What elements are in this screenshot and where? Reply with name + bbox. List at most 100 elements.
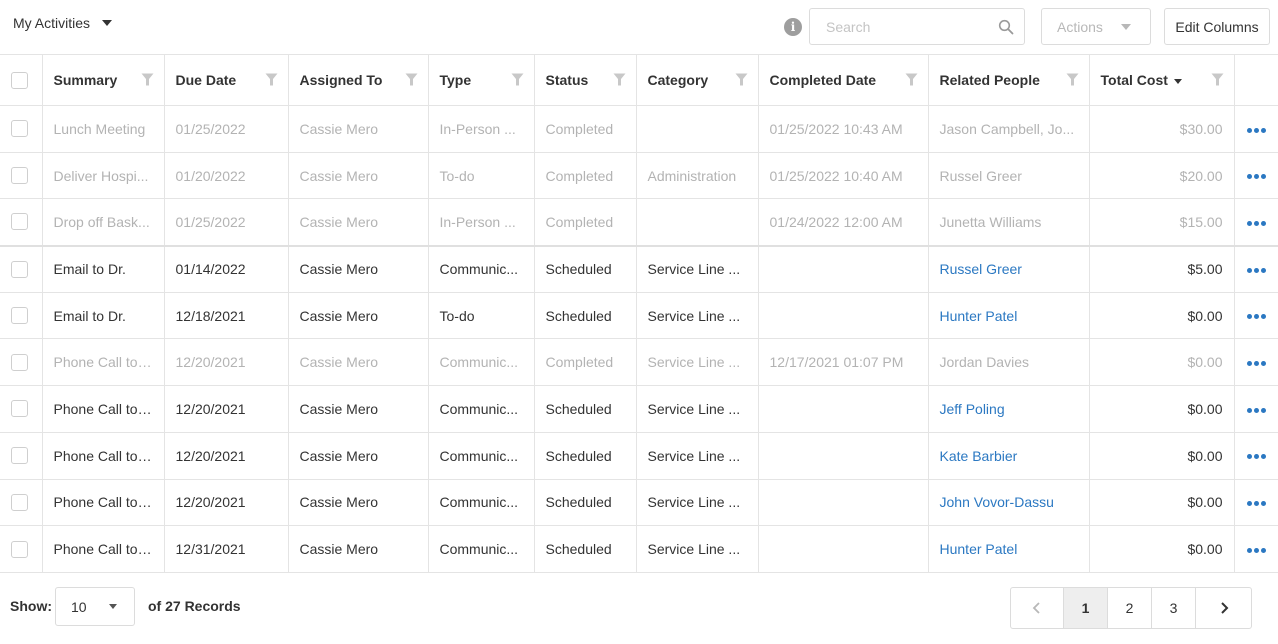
view-select-label: My Activities bbox=[13, 15, 91, 31]
pagination: 1 2 3 bbox=[1010, 587, 1252, 629]
cell-cost: $0.00 bbox=[1089, 479, 1235, 527]
table-row[interactable]: Drop off Bask... 01/25/2022 Cassie Mero In-… bbox=[0, 198, 1278, 247]
toolbar: My Activities i Actions Edit Columns bbox=[0, 0, 1278, 54]
table-row[interactable]: Phone Call to ... 12/20/2021 Cassie Mero Co… bbox=[0, 432, 1278, 480]
cell-status: Completed bbox=[534, 152, 637, 200]
column-header-due-date[interactable]: Due Date bbox=[164, 54, 289, 106]
table-row[interactable]: Deliver Hospi... 01/20/2022 Cassie Mero To-… bbox=[0, 152, 1278, 200]
cell-completed: 01/25/2022 10:43 AM bbox=[758, 105, 929, 153]
row-checkbox[interactable] bbox=[11, 307, 28, 325]
search-input[interactable] bbox=[824, 17, 994, 37]
related-person-link[interactable]: Russel Greer bbox=[940, 168, 1022, 184]
cell-status: Completed bbox=[534, 105, 637, 153]
row-checkbox[interactable] bbox=[11, 260, 28, 278]
related-person-link[interactable]: Jeff Poling bbox=[940, 401, 1005, 417]
cell-assigned: Cassie Mero bbox=[288, 525, 429, 573]
cell-cost: $0.00 bbox=[1089, 525, 1235, 573]
row-checkbox[interactable] bbox=[11, 213, 28, 231]
row-select-cell bbox=[0, 338, 43, 387]
row-checkbox[interactable] bbox=[11, 493, 28, 511]
related-person-link[interactable]: Junetta Williams bbox=[940, 214, 1042, 230]
show-label: Show: bbox=[10, 598, 52, 614]
related-person-link[interactable]: Jason Campbell, Jo... bbox=[940, 121, 1075, 137]
page-button-1[interactable]: 1 bbox=[1064, 588, 1108, 628]
more-options-icon[interactable] bbox=[1246, 454, 1266, 460]
table-row[interactable]: Phone Call to ... 12/31/2021 Cassie Mero Co… bbox=[0, 525, 1278, 573]
filter-icon[interactable] bbox=[141, 73, 154, 86]
row-checkbox[interactable] bbox=[11, 353, 28, 371]
next-page-button[interactable] bbox=[1196, 588, 1251, 628]
filter-icon[interactable] bbox=[735, 73, 748, 86]
select-all-checkbox[interactable] bbox=[11, 71, 28, 89]
column-header-total-cost[interactable]: Total Cost bbox=[1089, 54, 1235, 106]
more-options-icon[interactable] bbox=[1246, 127, 1266, 133]
actions-dropdown-button[interactable]: Actions bbox=[1041, 8, 1151, 45]
filter-icon[interactable] bbox=[265, 73, 278, 86]
table-row[interactable]: Phone Call to ... 12/20/2021 Cassie Mero Co… bbox=[0, 385, 1278, 433]
row-checkbox[interactable] bbox=[11, 447, 28, 465]
row-checkbox[interactable] bbox=[11, 167, 28, 185]
cell-assigned: Cassie Mero bbox=[288, 432, 429, 480]
page-button-3[interactable]: 3 bbox=[1152, 588, 1196, 628]
cell-type: To-do bbox=[428, 152, 535, 200]
cell-due: 01/25/2022 bbox=[164, 198, 289, 247]
edit-columns-button[interactable]: Edit Columns bbox=[1164, 8, 1270, 45]
cell-category: Service Line ... bbox=[636, 479, 759, 527]
page-button-2[interactable]: 2 bbox=[1108, 588, 1152, 628]
filter-icon[interactable] bbox=[511, 73, 524, 86]
row-checkbox[interactable] bbox=[11, 540, 28, 558]
page-size-select[interactable]: 10 bbox=[55, 587, 135, 626]
related-person-link[interactable]: Jordan Davies bbox=[940, 354, 1030, 370]
table-row[interactable]: Lunch Meeting 01/25/2022 Cassie Mero In-Per… bbox=[0, 105, 1278, 153]
cell-assigned: Cassie Mero bbox=[288, 292, 429, 340]
more-options-icon[interactable] bbox=[1246, 174, 1266, 180]
table-row[interactable]: Phone Call to ... 12/20/2021 Cassie Mero Co… bbox=[0, 479, 1278, 527]
related-person-link[interactable]: Hunter Patel bbox=[940, 541, 1018, 557]
cell-status: Scheduled bbox=[534, 525, 637, 573]
info-icon[interactable]: i bbox=[784, 18, 802, 36]
more-options-icon[interactable] bbox=[1246, 407, 1266, 413]
table-row[interactable]: Email to Dr. 01/14/2022 Cassie Mero Communi… bbox=[0, 245, 1278, 293]
column-header-assigned-to[interactable]: Assigned To bbox=[288, 54, 429, 106]
more-options-icon[interactable] bbox=[1246, 220, 1266, 226]
search-icon[interactable] bbox=[998, 19, 1014, 35]
more-options-icon[interactable] bbox=[1246, 267, 1266, 273]
cell-due: 12/18/2021 bbox=[164, 292, 289, 340]
search-field[interactable] bbox=[809, 8, 1025, 45]
related-person-link[interactable]: Russel Greer bbox=[940, 261, 1022, 277]
column-header-summary[interactable]: Summary bbox=[42, 54, 165, 106]
column-header-related-people[interactable]: Related People bbox=[928, 54, 1090, 106]
column-header-category[interactable]: Category bbox=[636, 54, 759, 106]
filter-icon[interactable] bbox=[613, 73, 626, 86]
row-checkbox[interactable] bbox=[11, 400, 28, 418]
filter-icon[interactable] bbox=[905, 73, 918, 86]
related-person-link[interactable]: Hunter Patel bbox=[940, 308, 1018, 324]
row-select-cell bbox=[0, 525, 43, 573]
cell-assigned: Cassie Mero bbox=[288, 152, 429, 200]
more-options-icon[interactable] bbox=[1246, 314, 1266, 320]
column-header-completed-date[interactable]: Completed Date bbox=[758, 54, 929, 106]
column-header-status[interactable]: Status bbox=[534, 54, 637, 106]
related-person-link[interactable]: Kate Barbier bbox=[940, 448, 1018, 464]
previous-page-button[interactable] bbox=[1011, 588, 1064, 628]
table-row[interactable]: Email to Dr. 12/18/2021 Cassie Mero To-do Sc… bbox=[0, 292, 1278, 340]
row-checkbox[interactable] bbox=[11, 120, 28, 138]
filter-icon[interactable] bbox=[405, 73, 418, 86]
cell-related-people: Jordan Davies bbox=[928, 338, 1090, 387]
row-select-cell bbox=[0, 479, 43, 527]
table-row[interactable]: Phone Call to ... 12/20/2021 Cassie Mero Co… bbox=[0, 338, 1278, 387]
filter-icon[interactable] bbox=[1211, 73, 1224, 86]
more-options-icon[interactable] bbox=[1246, 501, 1266, 507]
more-options-icon[interactable] bbox=[1246, 547, 1266, 553]
cell-cost: $20.00 bbox=[1089, 152, 1235, 200]
view-select-dropdown[interactable]: My Activities bbox=[13, 15, 113, 31]
cell-due: 12/20/2021 bbox=[164, 385, 289, 433]
filter-icon[interactable] bbox=[1066, 73, 1079, 86]
row-select-cell bbox=[0, 292, 43, 340]
related-person-link[interactable]: John Vovor-Dassu bbox=[940, 494, 1054, 510]
column-header-type[interactable]: Type bbox=[428, 54, 535, 106]
cell-type: To-do bbox=[428, 292, 535, 340]
cell-completed bbox=[758, 479, 929, 527]
more-options-icon[interactable] bbox=[1246, 361, 1266, 367]
cell-status: Scheduled bbox=[534, 479, 637, 527]
